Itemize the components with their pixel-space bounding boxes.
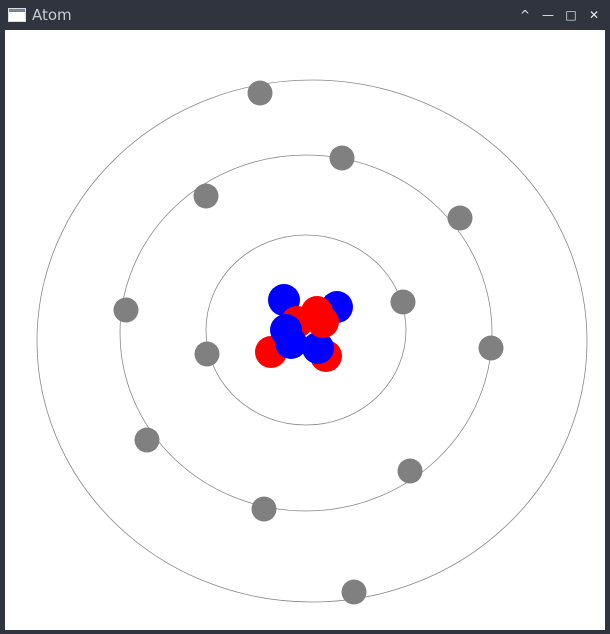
electron xyxy=(194,341,220,367)
app-window: Atom ^ — □ ✕ xyxy=(0,0,610,634)
atom-canvas[interactable] xyxy=(5,30,605,630)
electron xyxy=(247,80,273,106)
electron xyxy=(113,297,139,323)
electron xyxy=(251,496,277,522)
title-bar[interactable]: Atom ^ — □ ✕ xyxy=(0,0,610,30)
electron xyxy=(341,579,367,605)
electron xyxy=(134,427,160,453)
neutron xyxy=(270,314,302,346)
electron xyxy=(193,183,219,209)
maximize-button[interactable]: □ xyxy=(563,7,579,23)
atom-drawing xyxy=(36,79,588,605)
shade-button[interactable]: ^ xyxy=(517,7,533,23)
window-title: Atom xyxy=(32,6,72,24)
electron xyxy=(397,458,423,484)
electron xyxy=(447,205,473,231)
close-button[interactable]: ✕ xyxy=(586,7,602,23)
electron xyxy=(390,289,416,315)
proton xyxy=(307,306,339,338)
minimize-button[interactable]: — xyxy=(540,7,556,23)
window-icon[interactable] xyxy=(8,8,26,22)
electron xyxy=(329,145,355,171)
nucleus-group xyxy=(255,284,353,372)
electron xyxy=(478,335,504,361)
